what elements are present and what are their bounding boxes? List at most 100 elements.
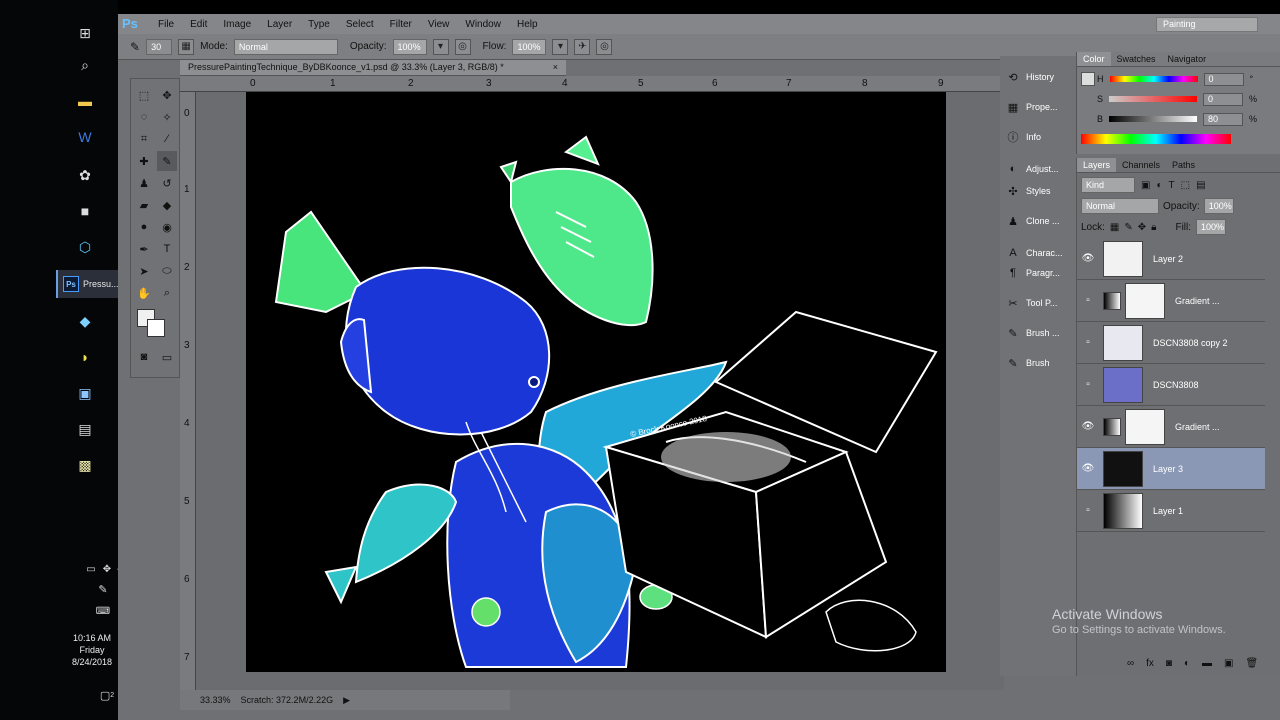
search-icon[interactable]: ⌕: [74, 54, 96, 76]
filter-type-icon[interactable]: T: [1169, 180, 1175, 191]
tab-navigator[interactable]: Navigator: [1162, 52, 1213, 66]
lock-pixels-icon[interactable]: ✎: [1124, 222, 1132, 233]
crop-tool-icon[interactable]: ⌗: [134, 129, 154, 149]
lasso-tool-icon[interactable]: ◌: [134, 107, 154, 127]
app-icon[interactable]: ◗: [74, 346, 96, 368]
layer-row-dscn3808-copy-2[interactable]: ▫ DSCN3808 copy 2: [1077, 322, 1265, 364]
menu-help[interactable]: Help: [509, 19, 546, 30]
menu-window[interactable]: Window: [457, 19, 509, 30]
canvas-area[interactable]: © Brock Koonce 2018: [196, 92, 1004, 690]
app-icon[interactable]: ◆: [74, 310, 96, 332]
lock-all-icon[interactable]: 🔒︎: [1151, 222, 1156, 233]
clock[interactable]: 10:16 AM Friday 8/24/2018: [62, 632, 122, 668]
flow-input[interactable]: 100%: [512, 38, 547, 55]
pen-icon[interactable]: ✎: [92, 578, 114, 600]
ruler-horizontal[interactable]: 0 1 2 3 4 5 6 7 8 9: [180, 76, 1004, 92]
layer-row-dscn3808[interactable]: ▫ DSCN3808: [1077, 364, 1265, 406]
brush-panel-icon[interactable]: ▦: [178, 38, 195, 55]
hue-slider[interactable]: [1109, 76, 1198, 82]
visibility-empty-box[interactable]: ▫: [1077, 295, 1099, 306]
pressure-size-icon[interactable]: ◎: [596, 38, 613, 55]
styles-panel-button[interactable]: ✣ Styles: [1006, 180, 1070, 202]
zoom-tool-icon[interactable]: ⌕: [157, 283, 177, 303]
tool-presets-panel-button[interactable]: ✂ Tool P...: [1006, 292, 1070, 314]
clone-source-panel-button[interactable]: ♟ Clone ...: [1006, 210, 1070, 232]
hue-input[interactable]: 0: [1203, 72, 1244, 86]
sticky-notes-icon[interactable]: ▩: [74, 454, 96, 476]
visibility-empty-box[interactable]: ▫: [1077, 337, 1099, 348]
app-icon[interactable]: ▣: [74, 382, 96, 404]
delete-layer-icon[interactable]: 🗑︎: [1245, 658, 1258, 669]
opacity-dropdown-icon[interactable]: ▾: [432, 38, 449, 55]
blend-mode-select[interactable]: Normal: [1081, 198, 1159, 214]
move-tool-icon[interactable]: ✥: [157, 85, 177, 105]
workspace-switcher[interactable]: Painting: [1156, 17, 1258, 32]
layer-row-layer-2[interactable]: 👁︎ Layer 2: [1077, 238, 1265, 280]
lock-position-icon[interactable]: ✥: [1138, 222, 1146, 233]
menu-file[interactable]: File: [150, 19, 182, 30]
layer-row-layer-3[interactable]: 👁︎ Layer 3: [1077, 448, 1265, 490]
menu-select[interactable]: Select: [338, 19, 382, 30]
ruler-vertical[interactable]: 0 1 2 3 4 5 6 7: [180, 92, 196, 690]
eyedropper-tool-icon[interactable]: ⁄: [157, 129, 177, 149]
blur-tool-icon[interactable]: ●: [134, 217, 154, 237]
filter-pixel-icon[interactable]: ▣: [1141, 180, 1150, 191]
keyboard-icon[interactable]: ⌨: [92, 600, 114, 622]
notifications-icon[interactable]: ▢ 2: [96, 684, 118, 706]
brush-panel-button[interactable]: ✎ Brush: [1006, 352, 1070, 374]
opacity-input[interactable]: 100%: [392, 38, 427, 55]
tab-layers[interactable]: Layers: [1077, 158, 1117, 172]
flow-dropdown-icon[interactable]: ▾: [552, 38, 569, 55]
tab-paths[interactable]: Paths: [1166, 158, 1201, 172]
brightness-input[interactable]: 80: [1203, 112, 1244, 126]
screen-mode-icon[interactable]: ▭: [157, 347, 177, 367]
clone-stamp-tool-icon[interactable]: ♟: [134, 173, 154, 193]
quick-mask-icon[interactable]: ◙: [134, 347, 154, 367]
background-color-swatch[interactable]: [147, 319, 165, 337]
menu-edit[interactable]: Edit: [182, 19, 215, 30]
healing-tool-icon[interactable]: ✚: [134, 151, 154, 171]
fill-input[interactable]: 100%: [1196, 219, 1227, 235]
adjustments-panel-button[interactable]: ◐ Adjust...: [1006, 158, 1070, 180]
saturation-slider[interactable]: [1109, 96, 1198, 102]
document-canvas[interactable]: © Brock Koonce 2018: [246, 92, 946, 672]
menu-filter[interactable]: Filter: [382, 19, 420, 30]
properties-panel-button[interactable]: ▦ Prope...: [1006, 96, 1070, 118]
eraser-tool-icon[interactable]: ▰: [134, 195, 154, 215]
file-explorer-icon[interactable]: ▬: [74, 90, 96, 112]
mode-select[interactable]: Normal: [233, 38, 338, 55]
layer-row-gradient[interactable]: ▫ Gradient ...: [1077, 280, 1265, 322]
adjustment-layer-icon[interactable]: ◐: [1184, 658, 1190, 669]
visibility-eye-icon[interactable]: 👁︎: [1077, 253, 1099, 264]
visibility-empty-box[interactable]: ▫: [1077, 505, 1099, 516]
layer-style-icon[interactable]: fx: [1146, 658, 1154, 669]
info-panel-button[interactable]: ⓘ Info: [1006, 126, 1070, 148]
visibility-eye-icon[interactable]: 👁︎: [1077, 463, 1099, 474]
character-panel-button[interactable]: A Charac...: [1006, 242, 1070, 264]
brush-tool-icon[interactable]: ✎: [157, 151, 177, 171]
pressure-opacity-icon[interactable]: ◎: [454, 38, 471, 55]
paint-bucket-tool-icon[interactable]: ◆: [157, 195, 177, 215]
windows-start-icon[interactable]: ⊞: [74, 22, 96, 44]
brush-size-picker[interactable]: 30: [146, 38, 173, 55]
new-layer-icon[interactable]: ▣: [1224, 658, 1233, 669]
status-arrow-icon[interactable]: ▶: [343, 695, 350, 706]
paragraph-panel-button[interactable]: ¶ Paragr...: [1006, 262, 1070, 284]
app-icon[interactable]: ■: [74, 200, 96, 222]
app-icon[interactable]: ✿: [74, 164, 96, 186]
filter-shape-icon[interactable]: ⬚: [1181, 180, 1190, 191]
airbrush-icon[interactable]: ✈: [574, 38, 591, 55]
filter-smart-icon[interactable]: ▤: [1196, 180, 1205, 191]
brush-presets-panel-button[interactable]: ✎ Brush ...: [1006, 322, 1070, 344]
visibility-eye-icon[interactable]: 👁︎: [1077, 421, 1099, 432]
tab-color[interactable]: Color: [1077, 52, 1111, 66]
document-tab[interactable]: PressurePaintingTechnique_ByDBKoonce_v1.…: [180, 60, 566, 76]
quick-select-tool-icon[interactable]: ✧: [157, 107, 177, 127]
brush-tool-icon[interactable]: ✎: [130, 40, 140, 54]
lock-transparent-icon[interactable]: ▦: [1110, 222, 1119, 233]
zoom-level[interactable]: 33.33%: [200, 695, 231, 705]
marquee-tool-icon[interactable]: ⬚: [134, 85, 154, 105]
layer-row-gradient-2[interactable]: 👁︎ Gradient ...: [1077, 406, 1265, 448]
hand-tool-icon[interactable]: ✋: [134, 283, 154, 303]
tab-channels[interactable]: Channels: [1116, 158, 1166, 172]
